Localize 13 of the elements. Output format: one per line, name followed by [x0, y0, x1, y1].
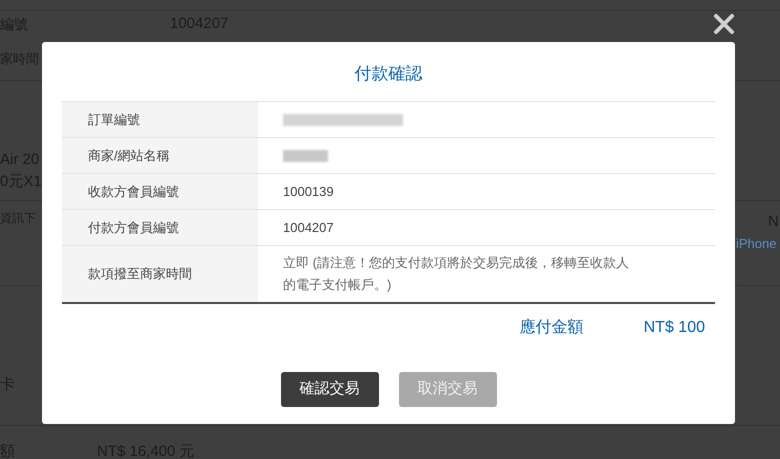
field-value: 立即 (請注意！您的支付款項將於交易完成後，移轉至收款人的電子支付帳戶。): [283, 254, 630, 294]
close-icon[interactable]: [713, 13, 735, 35]
total-label: 應付金額: [520, 318, 584, 338]
field-value: 1000139: [283, 182, 334, 200]
field-value: 1004207: [283, 218, 334, 236]
total-amount: NT$ 100: [644, 318, 705, 338]
field-label: 款項撥至商家時間: [62, 246, 258, 302]
field-label: 商家/網站名稱: [62, 138, 258, 173]
field-label: 付款方會員編號: [62, 210, 258, 245]
dialog-title: 付款確認: [354, 63, 424, 85]
field-label: 訂單編號: [62, 102, 258, 137]
field-label: 收款方會員編號: [62, 174, 258, 209]
confirm-button[interactable]: 確認交易: [280, 372, 378, 407]
